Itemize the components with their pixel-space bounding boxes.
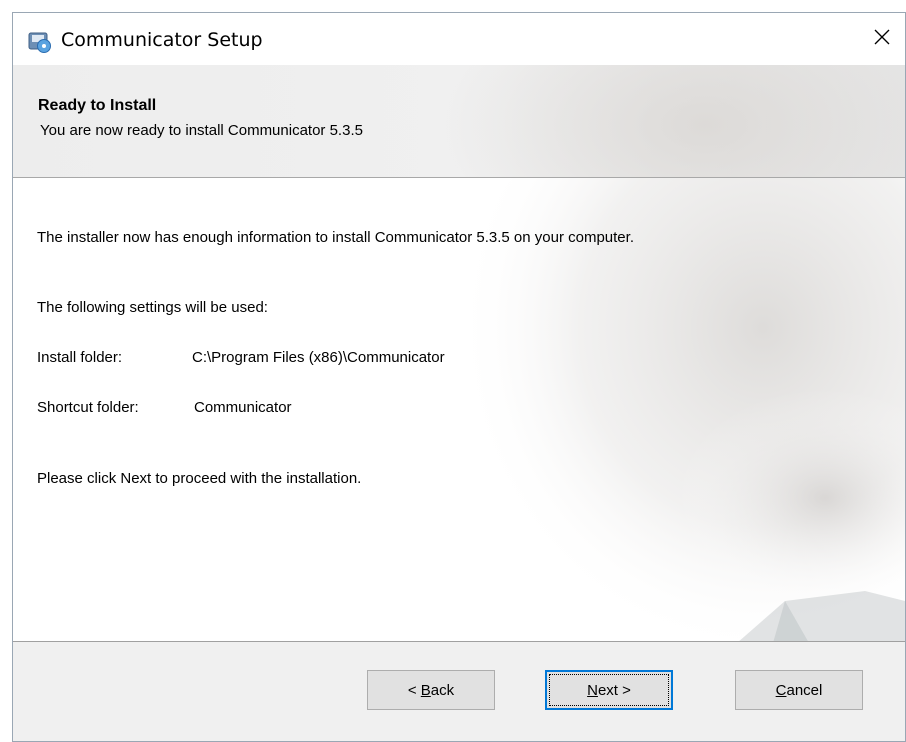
next-button[interactable]: Next > [545, 670, 673, 710]
button-bar: < Back Next > Cancel [13, 641, 905, 741]
page-header: Ready to Install You are now ready to in… [13, 65, 905, 178]
title-bar[interactable]: Communicator Setup [13, 13, 905, 65]
installer-disk-icon [27, 30, 53, 54]
back-button-label: < Back [407, 681, 455, 699]
cancel-button-label: Cancel [775, 681, 823, 699]
page-subtitle: You are now ready to install Communicato… [40, 122, 363, 139]
shortcut-folder-value: Communicator [194, 399, 292, 416]
close-button[interactable] [859, 13, 905, 65]
setup-window: Communicator Setup Ready to Install You … [12, 12, 906, 742]
page-title: Ready to Install [38, 97, 157, 114]
next-button-label: Next > [587, 681, 631, 699]
background-face-art [455, 178, 905, 641]
instruction-text: Please click Next to proceed with the in… [37, 470, 362, 487]
shortcut-folder-label: Shortcut folder: [37, 399, 139, 416]
install-folder-value: C:\Program Files (x86)\Communicator [192, 349, 445, 366]
cancel-button[interactable]: Cancel [735, 670, 863, 710]
header-background-art [445, 65, 905, 177]
background-collar-art [739, 591, 905, 641]
settings-heading: The following settings will be used: [37, 299, 268, 316]
intro-text: The installer now has enough information… [37, 229, 634, 246]
main-content: The installer now has enough information… [13, 178, 905, 641]
back-button[interactable]: < Back [367, 670, 495, 710]
install-folder-label: Install folder: [37, 349, 123, 366]
window-title: Communicator Setup [61, 29, 263, 51]
close-icon [873, 28, 891, 51]
